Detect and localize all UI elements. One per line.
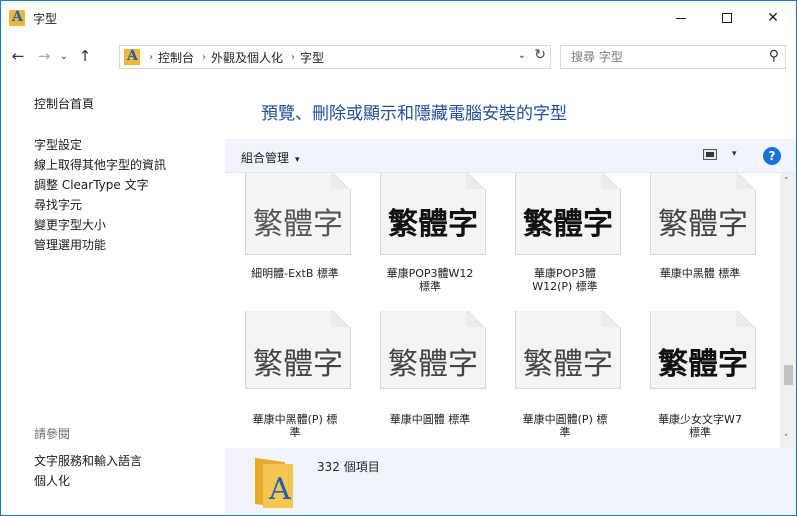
forward-button[interactable]: → bbox=[33, 45, 55, 67]
close-button[interactable]: ✕ bbox=[750, 1, 796, 35]
font-tile-girl-w7[interactable]: 繁體字 華康少女文字W7 標準 bbox=[630, 311, 760, 448]
font-preview-icon: 繁體字 bbox=[515, 311, 621, 389]
arrow-right-icon: → bbox=[37, 47, 51, 65]
window-title: 字型 bbox=[33, 12, 58, 26]
maximize-icon bbox=[722, 13, 732, 23]
font-tile-pop3-w12p[interactable]: 繁體字 華康POP3體 W12(P) 標準 bbox=[495, 173, 625, 313]
font-name: 華康中黑體 標準 bbox=[659, 267, 741, 280]
up-button[interactable]: ↑ bbox=[74, 45, 96, 67]
address-dropdown-icon[interactable]: ⌄ bbox=[518, 50, 526, 61]
maximize-button[interactable] bbox=[704, 1, 750, 35]
font-preview-icon: 繁體字 bbox=[245, 173, 351, 255]
search-icon[interactable]: ⚲ bbox=[769, 48, 779, 64]
font-name: 華康中圓體 標準 bbox=[389, 413, 471, 426]
chevron-down-icon: ▾ bbox=[295, 155, 300, 165]
refresh-icon[interactable]: ↻ bbox=[534, 47, 546, 63]
font-tile-pop3-w12[interactable]: 繁體字 華康POP3體W12 標準 bbox=[360, 173, 490, 313]
font-tile-medium-hei[interactable]: 繁體字 華康中黑體 標準 bbox=[630, 173, 760, 313]
see-also-links: 文字服務和輸入語言 個人化 bbox=[34, 451, 142, 491]
font-name: 華康POP3體 W12(P) 標準 bbox=[532, 267, 598, 293]
arrow-left-icon: ← bbox=[11, 47, 25, 65]
vertical-scrollbar[interactable]: ˄ ˅ bbox=[780, 173, 796, 448]
see-also-heading: 請參閱 bbox=[34, 427, 71, 441]
manage-optional-features-link[interactable]: 管理選用功能 bbox=[34, 235, 166, 255]
font-tile-medium-round[interactable]: 繁體字 華康中圓體 標準 bbox=[360, 311, 490, 448]
font-preview-icon: 繁體字 bbox=[515, 173, 621, 255]
task-links: 字型設定 線上取得其他字型的資訊 調整 ClearType 文字 尋找字元 變更… bbox=[34, 135, 166, 255]
breadcrumb-separator: › bbox=[149, 51, 153, 63]
change-view-icon[interactable] bbox=[703, 149, 717, 160]
recent-locations-button[interactable]: ⌄ bbox=[57, 45, 71, 67]
font-list: 繁體字 細明體-ExtB 標準 繁體字 華康POP3體W12 標準 繁體字 華康P… bbox=[225, 173, 780, 448]
breadcrumb-separator[interactable]: › bbox=[291, 52, 295, 63]
page-title: 預覽、刪除或顯示和隱藏電腦安裝的字型 bbox=[261, 104, 567, 124]
left-panel: 控制台首頁 字型設定 線上取得其他字型的資訊 調整 ClearType 文字 尋… bbox=[1, 79, 224, 515]
scroll-thumb[interactable] bbox=[784, 365, 793, 385]
fonts-window: A 字型 ✕ ← → ⌄ ↑ A › 控制台 › 外觀及個人化 › 字型 ⌄ ↻… bbox=[0, 0, 797, 516]
close-icon: ✕ bbox=[767, 10, 779, 26]
minimize-button[interactable] bbox=[658, 1, 704, 35]
item-count: 332 個項目 bbox=[317, 460, 380, 474]
font-preview-icon: 繁體字 bbox=[245, 311, 351, 389]
help-button[interactable]: ? bbox=[763, 147, 781, 165]
fonts-folder-icon: A bbox=[124, 48, 140, 65]
search-input[interactable] bbox=[571, 50, 741, 64]
fonts-folder-large-icon: A bbox=[255, 456, 293, 509]
command-bar: 組合管理 ▾ ▾ ? bbox=[225, 139, 796, 173]
adjust-cleartype-link[interactable]: 調整 ClearType 文字 bbox=[34, 175, 166, 195]
find-character-link[interactable]: 尋找字元 bbox=[34, 195, 166, 215]
chevron-down-icon: ⌄ bbox=[59, 50, 69, 62]
font-settings-link[interactable]: 字型設定 bbox=[34, 135, 166, 155]
font-preview-icon: 繁體字 bbox=[380, 311, 486, 389]
breadcrumb-fonts[interactable]: 字型 bbox=[300, 49, 324, 66]
font-tile-mingliu-extb[interactable]: 繁體字 細明體-ExtB 標準 bbox=[225, 173, 355, 313]
title-bar: A 字型 ✕ bbox=[1, 1, 796, 35]
address-bar[interactable]: A › 控制台 › 外觀及個人化 › 字型 ⌄ ↻ bbox=[119, 45, 551, 69]
font-name: 華康中圓體(P) 標準 bbox=[522, 413, 608, 439]
font-preview-icon: 繁體字 bbox=[650, 173, 756, 255]
font-name: 細明體-ExtB 標準 bbox=[251, 267, 339, 280]
text-services-link[interactable]: 文字服務和輸入語言 bbox=[34, 451, 142, 471]
back-button[interactable]: ← bbox=[7, 45, 29, 67]
details-pane: A 332 個項目 bbox=[225, 448, 796, 515]
arrow-up-icon: ↑ bbox=[78, 47, 92, 65]
font-tile-medium-hei-p[interactable]: 繁體字 華康中黑體(P) 標準 bbox=[225, 311, 355, 448]
scroll-up-icon[interactable]: ˄ bbox=[784, 177, 789, 187]
control-panel-home-link[interactable]: 控制台首頁 bbox=[34, 95, 94, 112]
font-tile-medium-round-p[interactable]: 繁體字 華康中圓體(P) 標準 bbox=[495, 311, 625, 448]
organize-button[interactable]: 組合管理 ▾ bbox=[241, 149, 300, 166]
minimize-icon bbox=[676, 17, 686, 19]
font-name: 華康中黑體(P) 標準 bbox=[252, 413, 338, 439]
breadcrumb-control-panel[interactable]: 控制台 bbox=[158, 49, 194, 66]
navigation-bar: ← → ⌄ ↑ A › 控制台 › 外觀及個人化 › 字型 ⌄ ↻ ⚲ bbox=[1, 41, 796, 73]
breadcrumb-separator[interactable]: › bbox=[202, 52, 206, 63]
search-box[interactable]: ⚲ bbox=[560, 45, 786, 69]
breadcrumb-appearance[interactable]: 外觀及個人化 bbox=[211, 49, 283, 66]
change-font-size-link[interactable]: 變更字型大小 bbox=[34, 215, 166, 235]
font-preview-icon: 繁體字 bbox=[380, 173, 486, 255]
view-options-button[interactable]: ▾ bbox=[732, 149, 737, 159]
get-font-info-online-link[interactable]: 線上取得其他字型的資訊 bbox=[34, 155, 166, 175]
fonts-app-icon: A bbox=[9, 9, 25, 26]
font-name: 華康少女文字W7 標準 bbox=[658, 413, 742, 439]
font-preview-icon: 繁體字 bbox=[650, 311, 756, 389]
scroll-down-icon[interactable]: ˅ bbox=[784, 434, 789, 444]
font-name: 華康POP3體W12 標準 bbox=[386, 267, 474, 293]
personalization-link[interactable]: 個人化 bbox=[34, 471, 142, 491]
